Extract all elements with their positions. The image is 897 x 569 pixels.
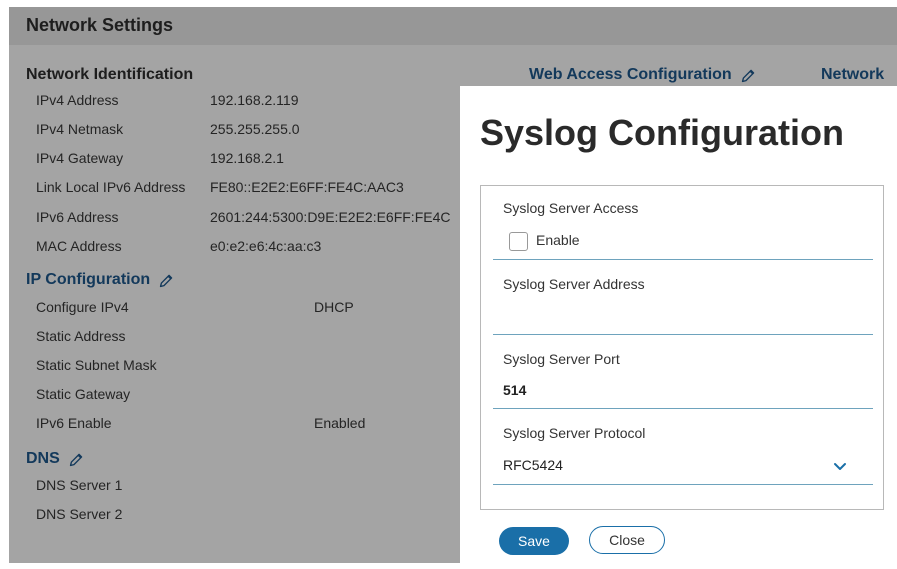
syslog-server-access-label: Syslog Server Access [503, 200, 639, 216]
field-divider [493, 334, 873, 335]
syslog-server-protocol-select[interactable]: RFC5424 [503, 457, 563, 473]
enable-checkbox[interactable] [509, 232, 528, 251]
field-divider [493, 484, 873, 485]
chevron-down-icon[interactable] [833, 462, 847, 472]
syslog-server-port-input[interactable]: 514 [503, 382, 526, 398]
field-divider [493, 408, 873, 409]
syslog-server-protocol-label: Syslog Server Protocol [503, 425, 646, 441]
syslog-server-address-label: Syslog Server Address [503, 276, 645, 292]
dialog-title: Syslog Configuration [480, 112, 844, 153]
syslog-server-port-label: Syslog Server Port [503, 351, 620, 367]
syslog-server-address-input[interactable] [503, 308, 863, 326]
field-divider [493, 259, 873, 260]
syslog-form: Syslog Server Access Enable Syslog Serve… [480, 185, 884, 510]
enable-label: Enable [536, 232, 580, 248]
close-button[interactable]: Close [589, 526, 665, 554]
syslog-configuration-dialog: Syslog Configuration Syslog Server Acces… [460, 86, 897, 569]
save-button[interactable]: Save [499, 527, 569, 555]
